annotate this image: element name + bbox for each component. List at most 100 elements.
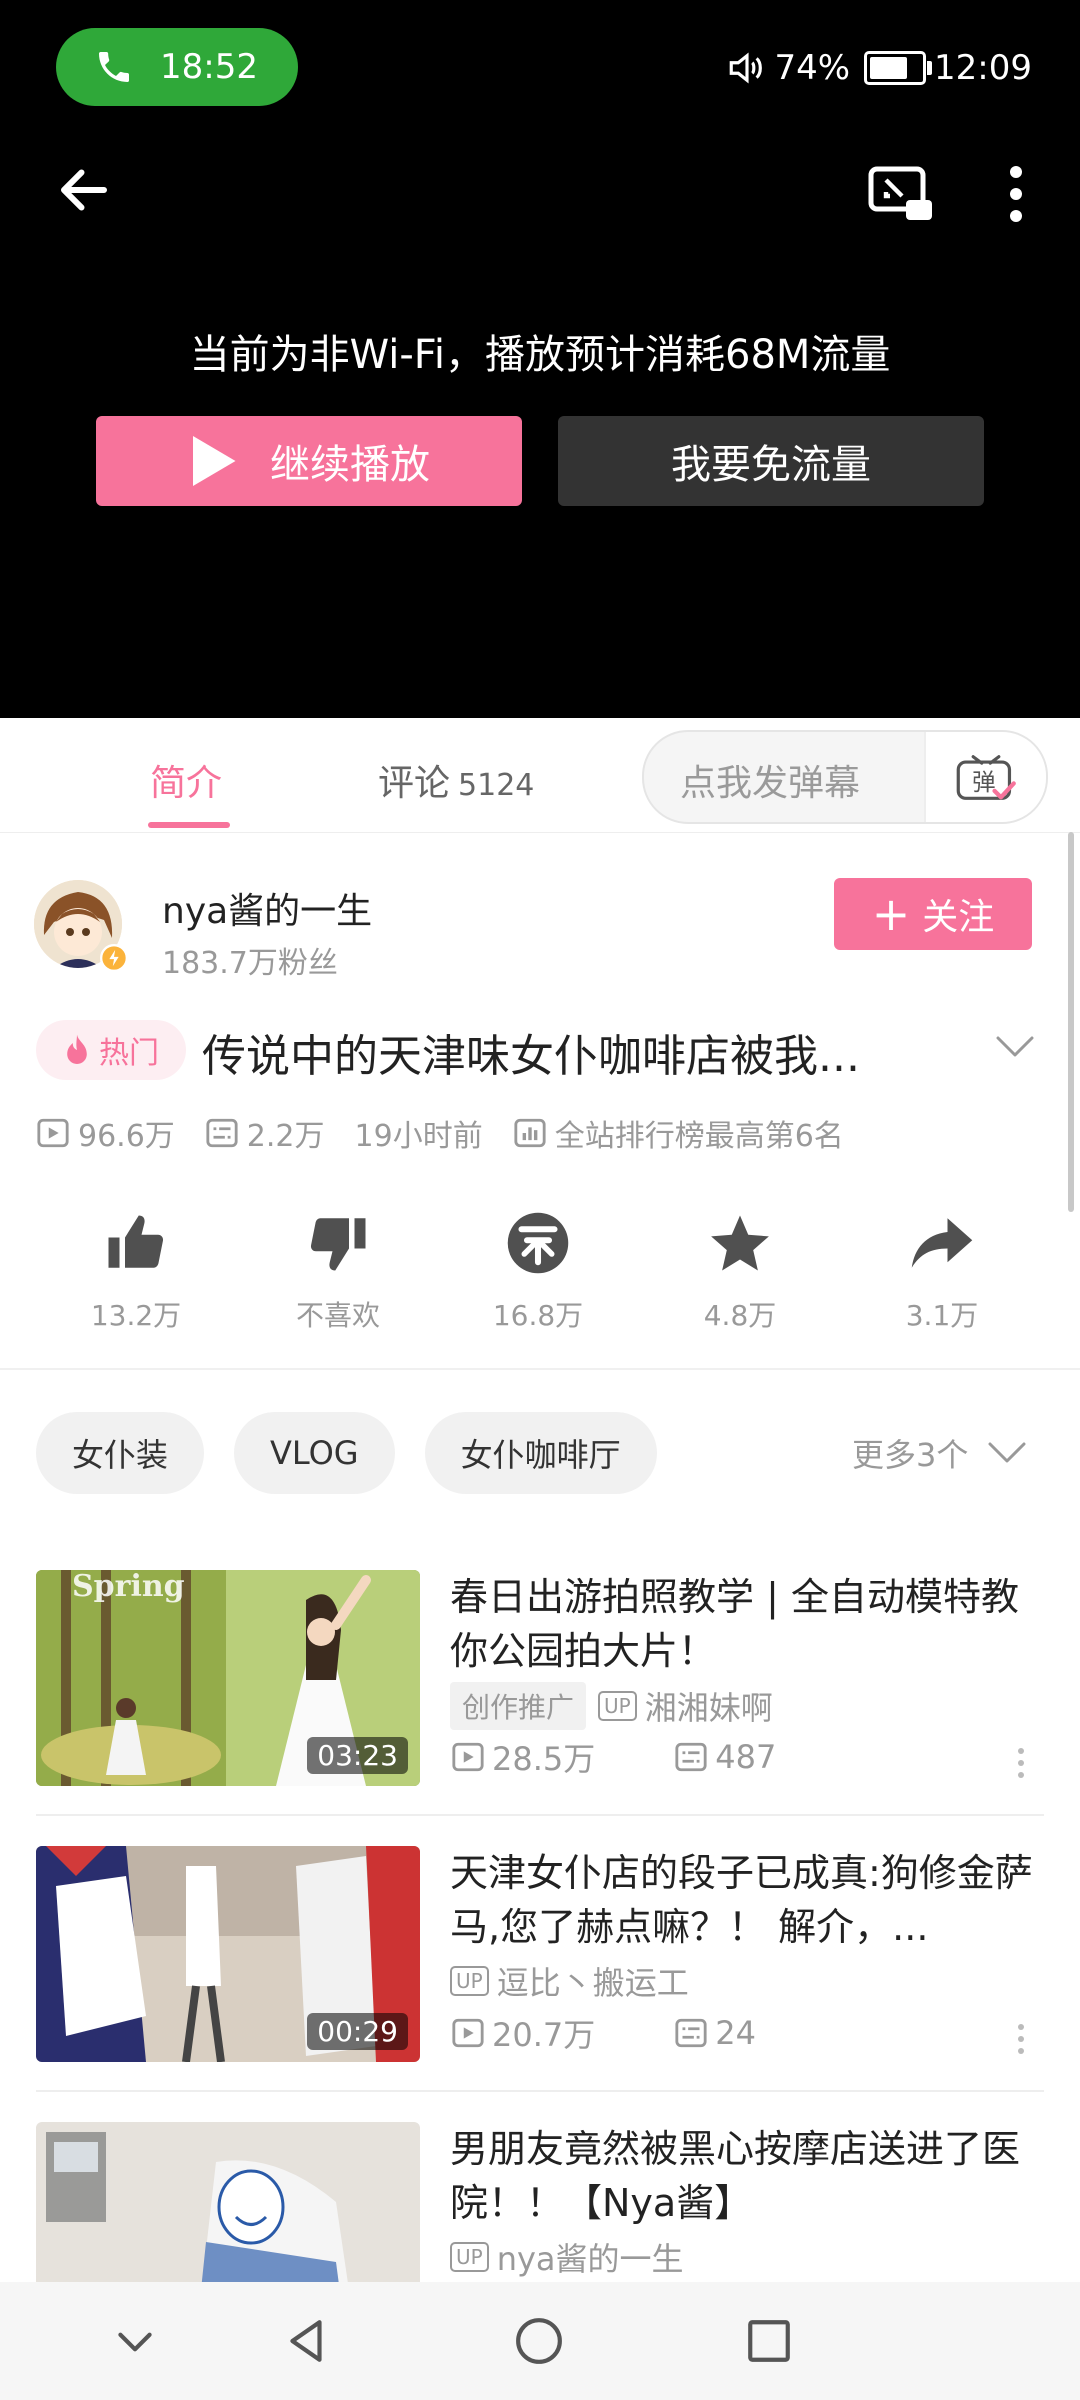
ranking-text[interactable]: 全站排行榜最高第6名: [555, 1111, 844, 1155]
danmaku-toggle-button[interactable]: 弹: [924, 732, 1046, 822]
item-divider: [36, 2090, 1044, 2092]
battery-percent: 74%: [774, 48, 851, 88]
more-options-icon[interactable]: [1016, 1746, 1026, 1780]
related-play-count: 20.7万: [492, 2016, 596, 2054]
flame-icon: [67, 1034, 87, 1064]
play-count-icon: [37, 1118, 69, 1148]
video-thumbnail[interactable]: Spring 03:23: [36, 1570, 420, 1786]
publish-time: 19小时前: [354, 1119, 483, 1154]
related-play-count: 28.5万: [492, 1740, 596, 1778]
play-count-icon: [452, 2018, 484, 2048]
plus-icon: +: [871, 887, 911, 941]
related-video-item[interactable]: Spring 03:23 春日出游拍照教学 | 全自动模特教你公园拍大片！ 创作…: [0, 1570, 1080, 1846]
uploader-name[interactable]: nya酱的一生: [162, 882, 372, 934]
related-video-meta: UP nya酱的一生: [450, 2234, 684, 2280]
like-count: 13.2万: [90, 1299, 182, 1332]
cast-screen-icon[interactable]: [868, 166, 934, 222]
related-video-stats: 28.5万 487: [450, 1734, 776, 1780]
more-options-icon[interactable]: [1016, 2022, 1026, 2056]
phone-icon: [99, 52, 129, 82]
danmaku-placeholder: 点我发弹幕: [680, 763, 861, 804]
tab-comments-label: 评论: [378, 763, 451, 804]
continue-play-label: 继续播放: [270, 442, 430, 488]
danmaku-count-icon: [675, 2018, 707, 2048]
verified-badge-icon: [100, 944, 128, 972]
detail-tabs: 简介 评论 5124 点我发弹幕 弹: [0, 718, 1080, 833]
tag-chip[interactable]: 女仆装: [36, 1412, 205, 1494]
dislike-button[interactable]: 不喜欢: [258, 1210, 418, 1334]
tab-comments[interactable]: 评论 5124: [378, 754, 534, 806]
video-title[interactable]: 传说中的天津味女仆咖啡店被我...: [202, 1020, 860, 1084]
up-badge: UP: [598, 1691, 637, 1721]
related-video-title[interactable]: 天津女仆店的段子已成真:狗修金萨马,您了赫点嘛？！ 解介，...: [450, 1846, 1040, 1954]
related-video-title[interactable]: 男朋友竟然被黑心按摩店送进了医院！！【Nya酱】: [450, 2122, 1040, 2230]
share-button[interactable]: 3.1万: [862, 1210, 1022, 1334]
back-arrow-icon[interactable]: [54, 160, 114, 220]
star-icon: [711, 1215, 769, 1271]
play-count-icon: [452, 1742, 484, 1772]
back-triangle-icon[interactable]: [282, 2316, 332, 2366]
status-bar-right: 74% 12:09: [726, 38, 1032, 98]
video-duration: 00:29: [307, 2013, 408, 2050]
related-uploader[interactable]: 逗比丶搬运工: [497, 1958, 689, 2004]
free-data-label: 我要免流量: [671, 442, 871, 488]
promo-badge: 创作推广: [450, 1682, 587, 1730]
video-duration: 03:23: [307, 1737, 408, 1774]
coin-count: 16.8万: [492, 1299, 584, 1332]
related-video-meta: 创作推广 UP 湘湘妹啊: [450, 1682, 773, 1730]
thumbnail-overlay-text: Spring: [72, 1570, 185, 1604]
follow-button[interactable]: + 关注: [834, 878, 1032, 950]
hot-badge[interactable]: 热门: [36, 1020, 186, 1080]
scrollbar[interactable]: [1068, 832, 1074, 1212]
free-data-button[interactable]: 我要免流量: [558, 416, 984, 506]
collapse-chevron-icon[interactable]: [110, 2316, 160, 2366]
call-duration: 18:52: [160, 47, 258, 87]
continue-play-button[interactable]: 继续播放: [96, 416, 522, 506]
section-divider: [0, 1368, 1080, 1370]
home-circle-icon[interactable]: [514, 2316, 564, 2366]
up-badge: UP: [450, 2242, 489, 2272]
tag-list: 女仆装 VLOG 女仆咖啡厅: [36, 1412, 687, 1494]
related-danmaku-count: 24: [715, 2014, 756, 2052]
ongoing-call-pill[interactable]: 18:52: [56, 28, 298, 106]
volume-icon: [730, 52, 763, 84]
up-badge: UP: [450, 1966, 489, 1996]
uploader-fans: 183.7万粉丝: [162, 946, 338, 981]
chevron-down-icon: [988, 1442, 1026, 1463]
active-tab-indicator: [148, 822, 230, 828]
follow-label: 关注: [922, 897, 995, 938]
video-stats: 96.6万 2.2万 19小时前 全站排行榜最高第6名: [36, 1108, 874, 1158]
play-count: 96.6万: [78, 1119, 175, 1154]
favorite-count: 4.8万: [703, 1299, 777, 1332]
item-divider: [36, 1814, 1044, 1816]
chevron-down-icon[interactable]: [996, 1036, 1034, 1058]
tag-chip[interactable]: VLOG: [234, 1412, 395, 1494]
like-button[interactable]: 13.2万: [56, 1210, 216, 1334]
danmaku-count: 2.2万: [246, 1119, 325, 1154]
coin-button[interactable]: 16.8万: [458, 1210, 618, 1334]
danmaku-tv-icon: 弹: [956, 755, 1016, 800]
more-tags-button[interactable]: 更多3个: [852, 1430, 1026, 1476]
more-tags-label: 更多3个: [852, 1436, 969, 1474]
share-count: 3.1万: [905, 1299, 979, 1332]
tag-chip[interactable]: 女仆咖啡厅: [424, 1412, 657, 1494]
related-video-item[interactable]: 00:29 天津女仆店的段子已成真:狗修金萨马,您了赫点嘛？！ 解介，... U…: [0, 1846, 1080, 2122]
coin-icon: [507, 1212, 569, 1274]
video-player[interactable]: 18:52 74% 12:09 当前为非Wi-Fi，播放预计消耗68M流量 继续…: [0, 0, 1080, 718]
related-uploader[interactable]: 湘湘妹啊: [645, 1683, 773, 1729]
related-uploader[interactable]: nya酱的一生: [497, 2234, 684, 2280]
favorite-button[interactable]: 4.8万: [660, 1210, 820, 1334]
video-thumbnail[interactable]: 00:29: [36, 1846, 420, 2062]
data-usage-notice: 当前为非Wi-Fi，播放预计消耗68M流量: [189, 332, 891, 378]
danmaku-count-icon: [675, 1742, 707, 1772]
share-arrow-icon: [911, 1218, 973, 1268]
more-options-icon[interactable]: [1004, 164, 1028, 224]
recent-apps-square-icon[interactable]: [744, 2316, 794, 2366]
related-video-meta: UP 逗比丶搬运工: [450, 1958, 689, 2004]
thumbs-down-icon: [310, 1218, 366, 1271]
tab-intro[interactable]: 简介: [150, 754, 222, 806]
svg-text:弹: 弹: [972, 768, 995, 796]
comments-count: 5124: [458, 768, 535, 803]
related-video-title[interactable]: 春日出游拍照教学 | 全自动模特教你公园拍大片！: [450, 1570, 1040, 1678]
danmaku-input[interactable]: 点我发弹幕 弹: [642, 730, 1048, 824]
